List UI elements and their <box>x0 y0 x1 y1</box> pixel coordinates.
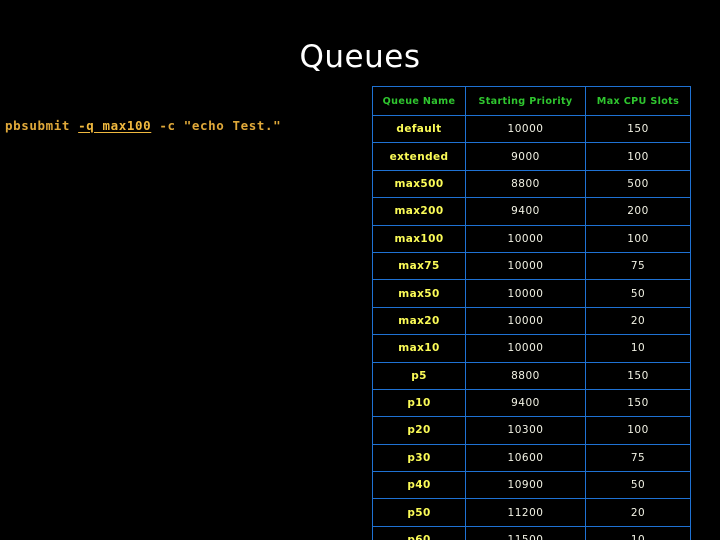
cell-max-cpu-slots: 10 <box>585 525 691 540</box>
table-body: default 10000 150 extended 9000 100 max500 8800… <box>372 114 691 540</box>
table-row: p30 10600 75 <box>372 443 691 473</box>
cell-max-cpu-slots: 200 <box>585 197 691 226</box>
table-row: max10 10000 10 <box>372 334 691 363</box>
queues-table: Queue Name Starting Priority Max CPU Slo… <box>372 86 691 540</box>
cell-max-cpu-slots: 50 <box>585 471 691 500</box>
table-row: p10 9400 150 <box>372 388 691 418</box>
cell-max-cpu-slots: 150 <box>585 361 691 390</box>
cell-starting-priority: 9400 <box>465 388 586 418</box>
cell-max-cpu-slots: 500 <box>585 169 691 199</box>
column-header-queue-name: Queue Name <box>372 86 466 116</box>
cell-starting-priority: 10600 <box>465 443 586 473</box>
table-row: extended 9000 100 <box>372 142 691 171</box>
cell-starting-priority: 10000 <box>465 279 586 308</box>
page-title: Queues <box>299 39 421 75</box>
table-row: max75 10000 75 <box>372 251 691 281</box>
table-row: p40 10900 50 <box>372 471 691 500</box>
cell-queue-name: max100 <box>372 224 466 253</box>
cell-max-cpu-slots: 20 <box>585 306 691 336</box>
table-row: max20 10000 20 <box>372 306 691 336</box>
cell-queue-name: p5 <box>372 361 466 390</box>
command-example-text: pbsubmit -q max100 -c "echo Test." <box>5 117 305 135</box>
column-header-starting-priority: Starting Priority <box>465 86 586 116</box>
cell-max-cpu-slots: 100 <box>585 416 691 445</box>
cell-queue-name: p10 <box>372 388 466 418</box>
cell-queue-name: default <box>372 114 466 144</box>
cell-starting-priority: 10300 <box>465 416 586 445</box>
slide-canvas: Queues pbsubmit -q max100 -c "echo Test.… <box>0 0 720 540</box>
cell-queue-name: p30 <box>372 443 466 473</box>
cell-queue-name: max500 <box>372 169 466 199</box>
cell-starting-priority: 8800 <box>465 361 586 390</box>
cell-starting-priority: 10900 <box>465 471 586 500</box>
cell-starting-priority: 10000 <box>465 306 586 336</box>
command-queue-flag: -q max100 <box>78 118 152 133</box>
cell-starting-priority: 10000 <box>465 251 586 281</box>
table-row: p20 10300 100 <box>372 416 691 445</box>
cell-max-cpu-slots: 150 <box>585 114 691 144</box>
cell-max-cpu-slots: 75 <box>585 251 691 281</box>
cell-max-cpu-slots: 50 <box>585 279 691 308</box>
table-header: Queue Name Starting Priority Max CPU Slo… <box>372 86 691 116</box>
cell-queue-name: p40 <box>372 471 466 500</box>
cell-max-cpu-slots: 10 <box>585 334 691 363</box>
command-suffix: -c "echo Test." <box>151 118 282 133</box>
column-header-max-cpu-slots: Max CPU Slots <box>585 86 691 116</box>
cell-max-cpu-slots: 150 <box>585 388 691 418</box>
cell-starting-priority: 11200 <box>465 498 586 527</box>
cell-max-cpu-slots: 75 <box>585 443 691 473</box>
table-row: max50 10000 50 <box>372 279 691 308</box>
table-row: default 10000 150 <box>372 114 691 144</box>
table-row: max100 10000 100 <box>372 224 691 253</box>
cell-queue-name: max50 <box>372 279 466 308</box>
cell-starting-priority: 11500 <box>465 525 586 540</box>
cell-queue-name: extended <box>372 142 466 171</box>
cell-max-cpu-slots: 100 <box>585 142 691 171</box>
cell-starting-priority: 10000 <box>465 334 586 363</box>
cell-max-cpu-slots: 20 <box>585 498 691 527</box>
cell-starting-priority: 9000 <box>465 142 586 171</box>
table-row: max500 8800 500 <box>372 169 691 199</box>
cell-queue-name: p20 <box>372 416 466 445</box>
command-prefix: pbsubmit <box>5 118 79 133</box>
table-row: p601150010 <box>372 525 691 540</box>
cell-queue-name: max20 <box>372 306 466 336</box>
table-row: p50 11200 20 <box>372 498 691 527</box>
cell-queue-name: max200 <box>372 197 466 226</box>
cell-queue-name: max10 <box>372 334 466 363</box>
cell-queue-name: p60 <box>372 525 466 540</box>
cell-queue-name: p50 <box>372 498 466 527</box>
cell-max-cpu-slots: 100 <box>585 224 691 253</box>
table-row: p5 8800 150 <box>372 361 691 390</box>
cell-starting-priority: 10000 <box>465 114 586 144</box>
table-row: max200 9400 200 <box>372 197 691 226</box>
table-header-row: Queue Name Starting Priority Max CPU Slo… <box>372 86 691 116</box>
cell-queue-name: max75 <box>372 251 466 281</box>
cell-starting-priority: 10000 <box>465 224 586 253</box>
cell-starting-priority: 9400 <box>465 197 586 226</box>
cell-starting-priority: 8800 <box>465 169 586 199</box>
